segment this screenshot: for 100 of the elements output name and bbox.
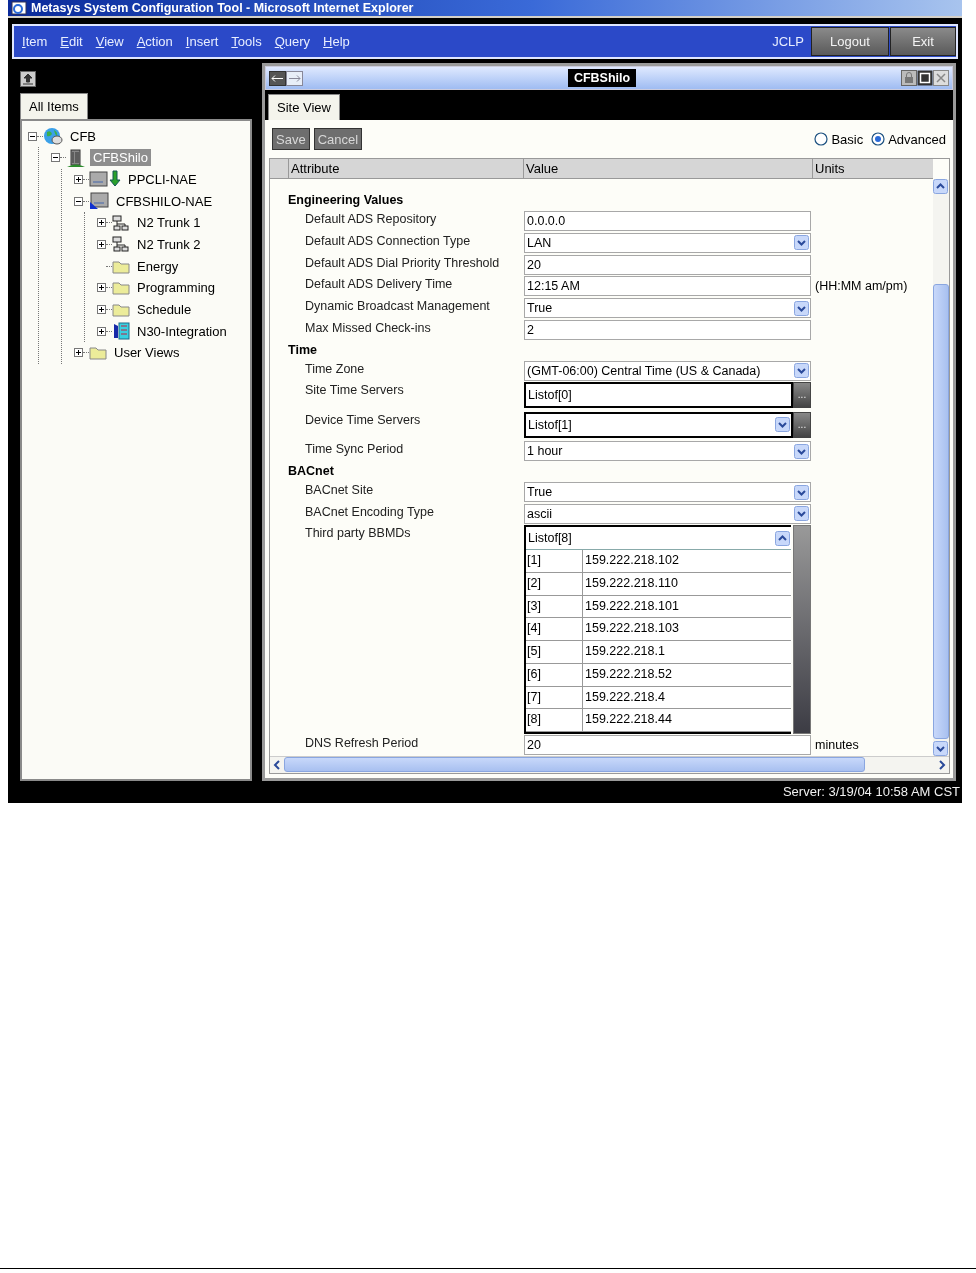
attribute-label: Time Zone [304,360,366,378]
text-field[interactable]: 20 [524,254,811,275]
dropdown[interactable]: ascii [524,503,811,524]
attribute-label: BACnet Site [304,482,375,499]
caret-down-icon[interactable] [933,740,948,756]
globe-icon [43,127,63,146]
network-icon [112,214,130,231]
table-cell-text: 159.222.218.1 [584,643,666,661]
collapse-icon[interactable] [51,153,60,163]
attribute-label: Max Missed Check-ins [304,319,432,337]
building-icon [66,147,86,168]
table-cell-text: 159.222.218.52 [584,665,673,683]
table-cell: [4] [526,618,583,641]
tree-item[interactable]: N2 Trunk 2 [134,236,204,253]
tree-item[interactable]: Programming [134,279,219,297]
table-cell-text: 159.222.218.101 [584,597,680,615]
attribute-label: BACnet Encoding Type [304,503,436,521]
radio-label[interactable]: Advanced [888,131,946,147]
text-field[interactable]: 2 [524,319,811,340]
menu-item[interactable]: Query [274,34,311,50]
tree-item[interactable]: PPCLI-NAE [125,170,200,188]
dropdown[interactable]: True [524,482,811,502]
horizontal-scrollbar[interactable] [270,755,949,773]
folder-icon [112,280,130,296]
menu-item[interactable]: View [95,34,124,50]
collapse-icon[interactable] [74,196,83,206]
caret-down-icon[interactable] [794,443,809,459]
tree-item[interactable]: N30-Integration [134,322,230,340]
list-field[interactable]: Listof[1] [524,411,793,438]
maximize-icon[interactable] [917,70,933,87]
caret-down-icon[interactable] [794,363,809,379]
caret-down-icon[interactable] [794,484,809,500]
menu-item[interactable]: Help [323,34,350,50]
column-header[interactable]: Value [523,159,812,179]
column-header[interactable]: Attribute [288,159,523,179]
expand-icon[interactable] [97,305,106,315]
tree-item[interactable]: CFB [67,127,99,145]
menu-item[interactable]: Item [22,34,48,50]
dropdown[interactable]: 1 hour [524,441,811,462]
expand-icon[interactable] [74,174,83,184]
menu-item[interactable]: Tools [231,34,262,50]
table-cell: [6] [526,663,583,686]
table-cell-text: 159.222.218.110 [584,575,679,593]
attribute-label: Default ADS Delivery Time [304,276,454,294]
section-heading: BACnet [287,463,335,480]
units-label: minutes [814,736,860,754]
text-field[interactable]: 12:15 AM [524,276,811,297]
radio-button[interactable] [814,132,829,147]
upload-icon[interactable] [20,71,36,88]
text-field[interactable]: 0.0.0.0 [524,211,811,232]
collapse-icon[interactable] [28,131,37,141]
radio-button[interactable] [871,132,886,147]
ellipsis-button[interactable]: ... [793,411,811,438]
expand-icon[interactable] [74,348,83,358]
menu-item[interactable]: Insert [185,34,219,50]
expand-icon[interactable] [97,283,106,293]
list-scrollbar[interactable] [793,525,811,734]
folder-icon [112,258,130,274]
caret-down-icon[interactable] [775,417,790,433]
tree-item[interactable]: Energy [134,257,182,275]
back-icon[interactable] [269,70,286,86]
attribute-label: DNS Refresh Period [304,734,420,752]
tree-item[interactable]: User Views [111,344,183,362]
expand-icon[interactable] [97,218,106,228]
table-cell-text: 159.222.218.4 [584,688,666,706]
radio-label[interactable]: Basic [831,131,864,147]
caret-up-icon[interactable] [933,179,948,195]
tree-item[interactable]: N2 Trunk 1 [134,214,204,232]
list-field[interactable]: Listof[0] [524,382,793,409]
ellipsis-button[interactable]: ... [793,382,811,409]
browser-icon [11,0,27,17]
attribute-label: Site Time Servers [304,382,405,400]
attribute-label: Dynamic Broadcast Management [304,298,491,316]
expand-icon[interactable] [97,326,106,336]
caret-down-icon[interactable] [794,235,809,251]
caret-up-icon[interactable] [775,530,790,546]
text-field[interactable]: 20 [524,734,811,755]
table-cell: [8] [526,709,583,731]
caret-down-icon[interactable] [794,300,809,316]
table-cell-text: 159.222.218.103 [584,620,680,638]
menu-item[interactable]: Action [136,34,173,50]
dropdown[interactable]: (GMT-06:00) Central Time (US & Canada) [524,360,811,381]
tab[interactable]: All Items [20,93,88,120]
caret-down-icon[interactable] [794,506,809,522]
tab[interactable]: Site View [268,94,340,121]
tree-item[interactable]: Schedule [134,301,195,319]
table-cell: [3] [526,595,583,618]
panel-title: CFBShilo [567,69,637,88]
integration-icon [112,322,130,341]
menu-item[interactable]: Edit [60,34,83,50]
list-field[interactable]: Listof[8] [528,531,775,546]
expand-icon[interactable] [97,240,106,249]
header-button[interactable]: Exit [890,27,956,57]
vertical-scrollbar[interactable] [933,179,949,756]
attribute-label: Device Time Servers [304,411,422,429]
column-header[interactable]: Units [812,159,933,179]
header-button[interactable]: Logout [811,27,889,57]
dropdown[interactable]: LAN [524,232,811,253]
tree-item[interactable]: CFBSHILO-NAE [113,192,216,210]
dropdown[interactable]: True [524,298,811,319]
